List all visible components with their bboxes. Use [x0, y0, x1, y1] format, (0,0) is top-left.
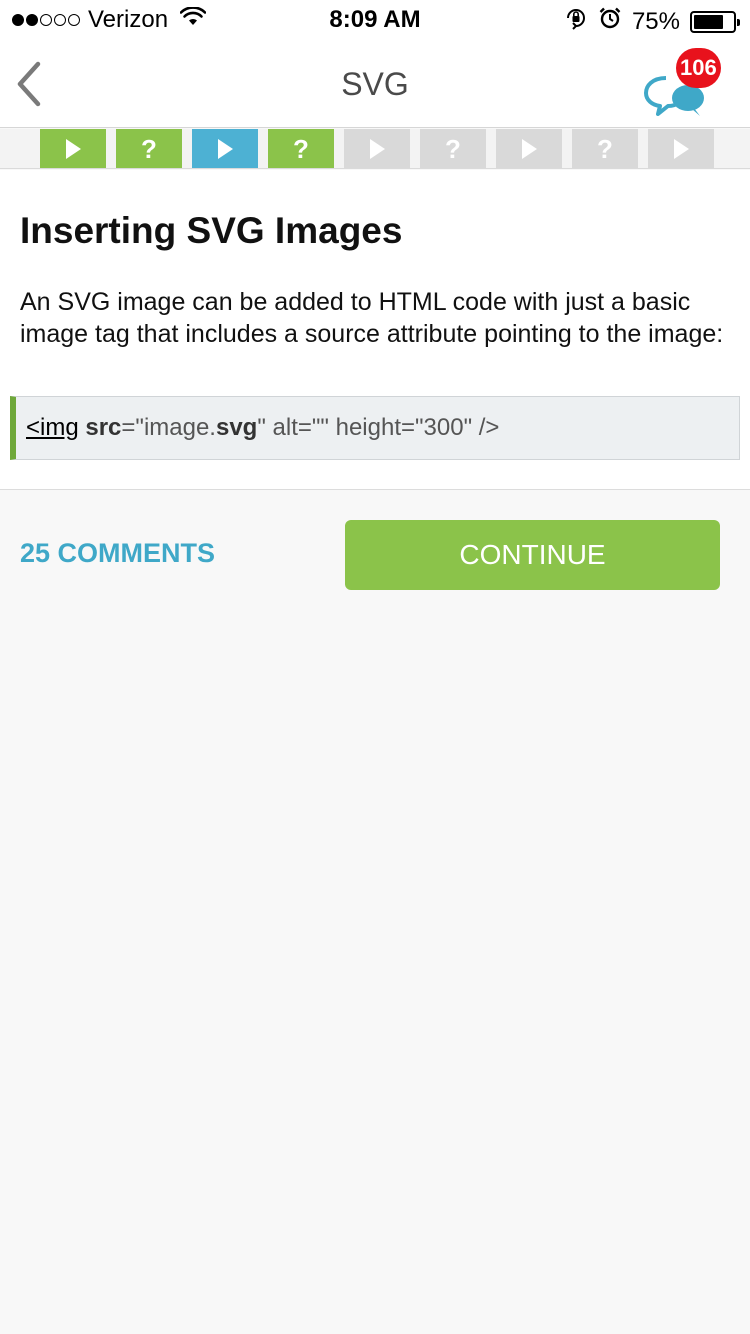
signal-dot: [12, 14, 24, 26]
chevron-left-icon: [17, 61, 41, 107]
signal-dot: [54, 14, 66, 26]
play-icon: [66, 138, 81, 159]
progress-step-5[interactable]: [344, 129, 410, 168]
back-button[interactable]: [10, 58, 54, 110]
notification-badge: 106: [676, 48, 721, 88]
lesson-title: Inserting SVG Images: [20, 210, 403, 251]
play-icon: [522, 138, 537, 159]
progress-step-6[interactable]: ?: [420, 129, 486, 168]
signal-strength-icon: [12, 14, 80, 26]
battery-level: [694, 14, 723, 29]
progress-step-7[interactable]: [496, 129, 562, 168]
status-right: 75%: [564, 6, 740, 37]
code-rest: " alt="" height="300" />: [257, 414, 500, 441]
code-tag-name[interactable]: <img: [26, 414, 79, 441]
progress-step-2[interactable]: ?: [116, 129, 182, 168]
status-bar: Verizon 8:09 AM 75%: [0, 0, 750, 40]
code-attr-ext: svg: [215, 414, 258, 441]
progress-step-8[interactable]: ?: [572, 129, 638, 168]
carrier-name: Verizon: [88, 6, 169, 33]
battery-icon: [690, 10, 740, 33]
battery-percent: 75%: [631, 7, 680, 35]
quiz-icon: ?: [293, 133, 309, 164]
code-snippet: <img src="image.svg" alt="" height="300"…: [10, 396, 740, 460]
play-icon: [218, 138, 233, 159]
comments-link[interactable]: 25 COMMENTS: [20, 538, 215, 569]
orientation-lock-icon: [564, 6, 588, 37]
signal-dot: [40, 14, 52, 26]
lesson-card: Inserting SVG Images An SVG image can be…: [0, 170, 750, 490]
lesson-text: An SVG image can be added to HTML code w…: [20, 288, 724, 348]
continue-button[interactable]: CONTINUE: [345, 520, 720, 590]
play-icon: [370, 138, 385, 159]
lesson-progress: ????: [0, 129, 750, 169]
progress-step-4[interactable]: ?: [268, 129, 334, 168]
wifi-icon: [179, 6, 207, 34]
discussion-button[interactable]: 106: [640, 48, 722, 120]
quiz-icon: ?: [445, 133, 461, 164]
quiz-icon: ?: [597, 133, 613, 164]
progress-step-9[interactable]: [648, 129, 714, 168]
nav-bar: SVG 106: [0, 40, 750, 128]
quiz-icon: ?: [141, 133, 157, 164]
page-title: SVG: [341, 66, 409, 102]
code-attr-value: ="image.: [121, 414, 216, 441]
code-attr-src: src: [85, 414, 122, 441]
status-left: Verizon: [12, 6, 207, 34]
progress-step-1[interactable]: [40, 129, 106, 168]
alarm-icon: [598, 6, 622, 37]
signal-dot: [26, 14, 38, 26]
play-icon: [674, 138, 689, 159]
progress-step-3[interactable]: [192, 129, 258, 168]
signal-dot: [68, 14, 80, 26]
